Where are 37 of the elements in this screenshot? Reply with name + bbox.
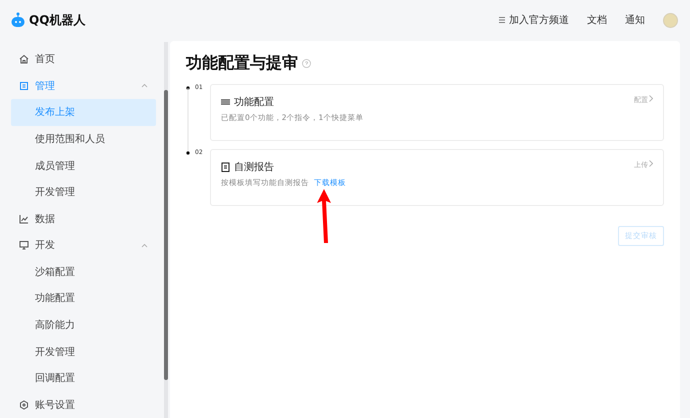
nav-subitem[interactable]: 使用范围和人员: [11, 126, 156, 152]
page-title: 功能配置与提审: [186, 53, 298, 74]
home-icon: [19, 54, 29, 64]
document-icon: [221, 162, 230, 172]
step-title: 自测报告: [234, 160, 274, 174]
nav-subitem[interactable]: 高阶能力: [11, 312, 156, 338]
help-icon[interactable]: [302, 59, 311, 68]
arrow-annotation: [316, 188, 332, 244]
list-icon: [19, 80, 29, 91]
header-link[interactable]: 文档: [587, 13, 607, 27]
hexagon-icon: [19, 400, 29, 410]
avatar[interactable]: [663, 12, 678, 28]
scrollbar-thumb[interactable]: [164, 90, 168, 380]
nav-subitem[interactable]: 开发管理: [11, 178, 156, 206]
nav-item[interactable]: 数据: [11, 205, 156, 232]
header-link[interactable]: 加入官方频道: [498, 13, 569, 27]
nav-item[interactable]: 首页: [11, 46, 156, 73]
step-title: 功能配置: [234, 96, 274, 109]
nav-item[interactable]: 账号设置: [11, 392, 156, 418]
chevron-right-icon: [649, 160, 653, 167]
monitor-icon: [19, 240, 29, 250]
nav-subitem[interactable]: 功能配置: [11, 285, 156, 312]
chart-icon: [19, 214, 29, 224]
robot-logo-icon: [10, 12, 26, 28]
header-link[interactable]: 通知: [625, 13, 645, 27]
timeline-dot-icon: [186, 151, 190, 155]
chevron-up-icon[interactable]: [141, 242, 148, 248]
chevron-right-icon: [649, 95, 653, 102]
nav-subitem[interactable]: 回调配置: [11, 364, 156, 392]
logo-text: QQ机器人: [29, 12, 86, 28]
chevron-up-icon[interactable]: [141, 83, 148, 88]
nav-subitem[interactable]: 开发管理: [11, 338, 156, 365]
nav-item[interactable]: 开发: [11, 232, 156, 259]
grid-icon: [498, 16, 506, 24]
sliders-icon: [221, 98, 230, 106]
nav-subitem[interactable]: 成员管理: [11, 152, 156, 179]
nav-subitem[interactable]: 沙箱配置: [11, 258, 156, 286]
